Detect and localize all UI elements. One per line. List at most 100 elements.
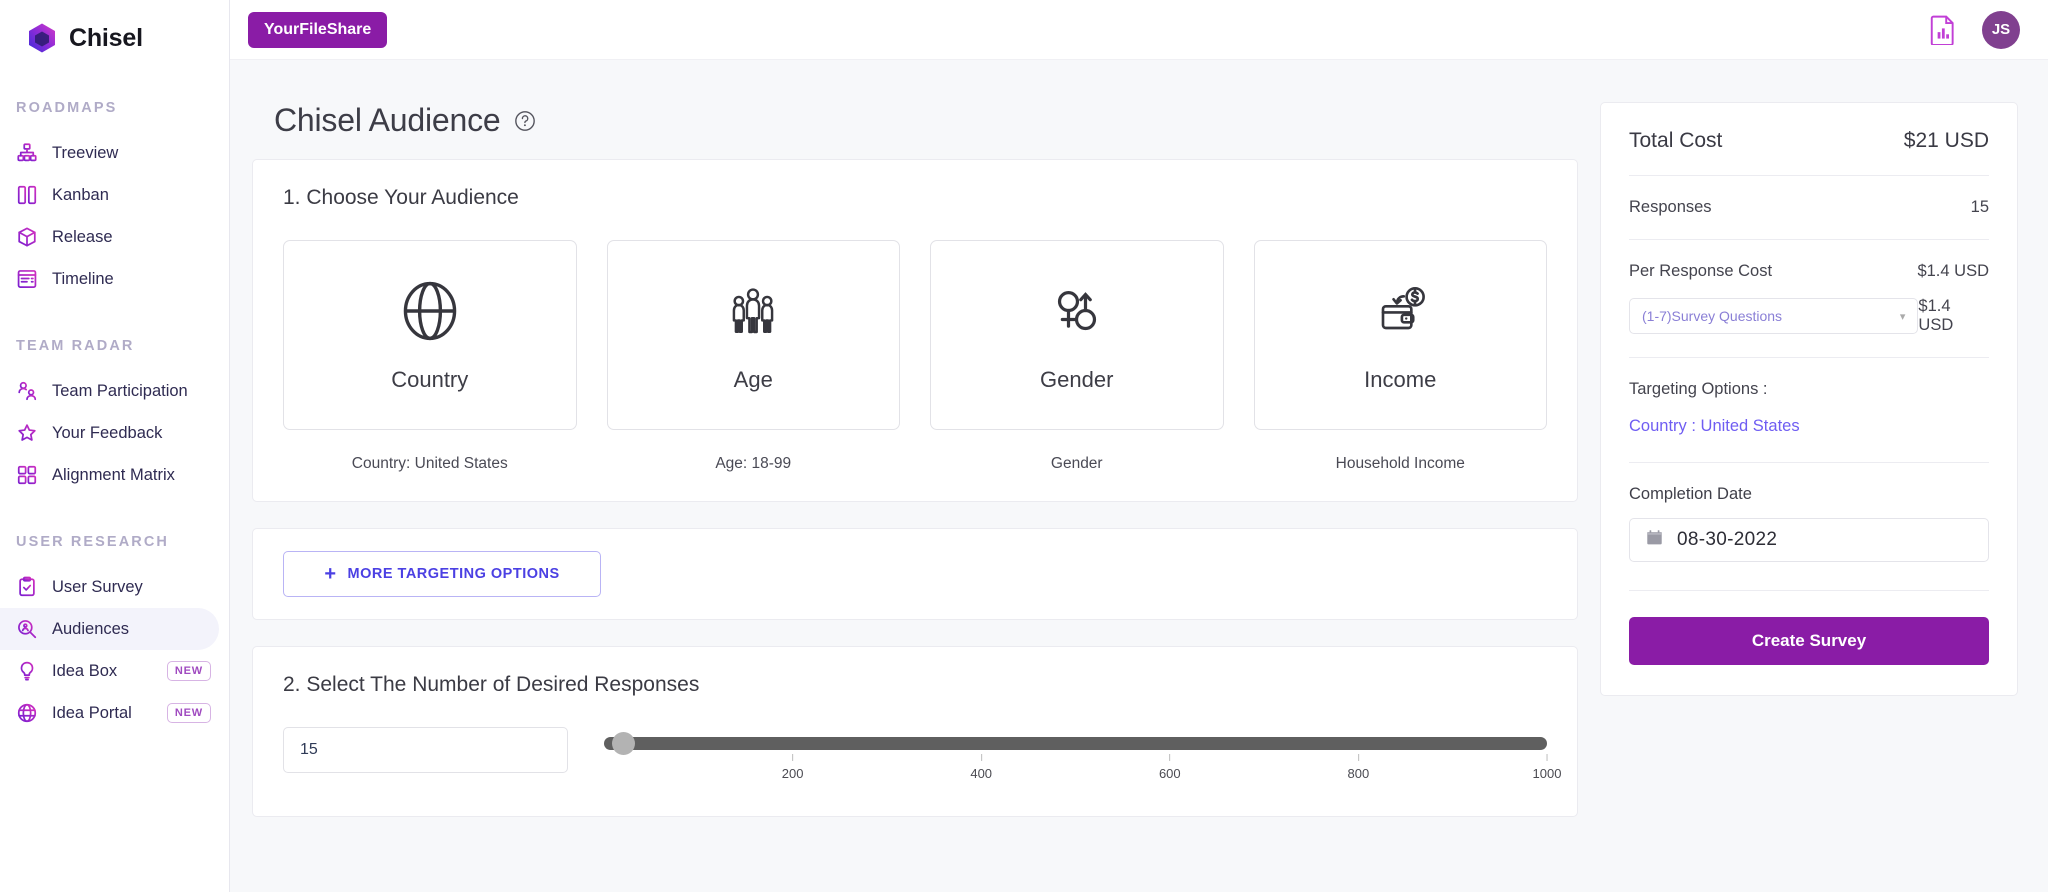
choose-audience-card: 1. Choose Your Audience Country Country:…	[252, 159, 1578, 502]
sidebar-item-label: Team Participation	[52, 381, 188, 400]
brand-name: Chisel	[69, 23, 143, 52]
sidebar-section-title: ROADMAPS	[16, 100, 118, 116]
audience-col-gender: Gender Gender	[930, 240, 1224, 473]
per-response-row: Per Response Cost $1.4 USD	[1629, 262, 1989, 281]
sidebar-item-label: Alignment Matrix	[52, 465, 175, 484]
chisel-hexagon-logo-icon	[26, 22, 58, 54]
completion-date-block: Completion Date 08-30-2022	[1629, 485, 1989, 562]
sidebar-item-label: Audiences	[52, 619, 130, 638]
survey-questions-select[interactable]: (1-7)Survey Questions ▾	[1629, 298, 1919, 334]
question-circle-icon[interactable]	[514, 110, 536, 132]
file-share-chip[interactable]: YourFileShare	[248, 11, 388, 48]
per-response-cost-value: $1.4 USD	[1917, 262, 1989, 280]
divider	[1629, 357, 1989, 358]
sidebar-item-badge: NEW	[166, 661, 211, 681]
app-root: Chisel ROADMAPS Treeview Kanban Release Time…	[0, 0, 2048, 892]
choose-audience-title: 1. Choose Your Audience	[283, 186, 519, 209]
lightbulb-icon	[16, 660, 38, 682]
sidebar-item-user-survey[interactable]: User Survey	[0, 566, 219, 608]
completion-date-label: Completion Date	[1629, 485, 1752, 503]
slider-tick-label: 600	[1158, 766, 1181, 781]
per-response-cost-label: Per Response Cost	[1629, 262, 1773, 280]
audience-tile-age[interactable]: Age	[606, 240, 900, 430]
slider-tick-line	[1169, 754, 1171, 761]
audience-tile-income[interactable]: Income	[1253, 240, 1547, 430]
audience-sub-gender: Gender	[1050, 455, 1103, 472]
alignment-matrix-icon	[16, 464, 38, 486]
audience-tile-label: Income	[1364, 367, 1437, 392]
targeting-options-title: Targeting Options :	[1629, 380, 1768, 398]
sidebar-item-label: Kanban	[52, 185, 109, 204]
sidebar-item-release[interactable]: Release	[0, 216, 219, 258]
sidebar-item-idea-box[interactable]: Idea Box NEW	[0, 650, 219, 692]
slider-tick-line	[1546, 754, 1548, 761]
audience-col-income: Income Household Income	[1253, 240, 1547, 473]
slider-tick: 200	[781, 754, 804, 781]
audience-sub-age: Age: 18-99	[715, 455, 792, 472]
chevron-down-icon: ▾	[1899, 310, 1906, 323]
responses-slider[interactable]: 200 400 600 800 1000	[604, 727, 1561, 788]
audience-col-age: Age Age: 18-99	[606, 240, 900, 473]
more-targeting-options-button[interactable]: + MORE TARGETING OPTIONS	[283, 551, 601, 597]
sidebar-item-treeview[interactable]: Treeview	[0, 132, 219, 174]
audience-search-icon	[16, 618, 38, 640]
sidebar-item-label: User Survey	[52, 577, 143, 596]
slider-tick: 800	[1347, 754, 1370, 781]
responses-count-input[interactable]	[283, 727, 568, 773]
people-group-icon	[719, 277, 787, 345]
slider-ticks: 200 400 600 800 1000	[604, 754, 1561, 788]
sidebar-item-your-feedback[interactable]: Your Feedback	[0, 412, 219, 454]
audience-tile-label: Gender	[1040, 367, 1114, 392]
sidebar-nav: ROADMAPS Treeview Kanban Release Timeline TEA…	[0, 100, 229, 734]
slider-tick-line	[792, 754, 794, 761]
right-column: Total Cost $21 USD Responses 15 Per Resp…	[1600, 102, 2018, 892]
divider	[1629, 462, 1989, 463]
star-icon	[16, 422, 38, 444]
slider-tick-label: 400	[970, 766, 993, 781]
more-targeting-card: + MORE TARGETING OPTIONS	[252, 528, 1578, 620]
targeting-option-country[interactable]: Country : United States	[1629, 417, 1989, 436]
divider	[1629, 590, 1989, 591]
left-column: Chisel Audience 1. Choose Your Audience	[252, 102, 1578, 892]
slider-thumb[interactable]	[612, 732, 636, 755]
sidebar-item-alignment-matrix[interactable]: Alignment Matrix	[0, 454, 219, 496]
content: Chisel Audience 1. Choose Your Audience	[230, 60, 2048, 892]
desired-responses-card: 2. Select The Number of Desired Response…	[252, 646, 1578, 817]
total-cost-row: Total Cost $21 USD	[1629, 129, 1989, 153]
sidebar-section-title: USER RESEARCH	[16, 534, 169, 550]
sidebar-section-title: TEAM RADAR	[16, 338, 135, 354]
gender-symbols-icon	[1043, 277, 1111, 345]
slider-tick: 1000	[1533, 754, 1561, 781]
desired-responses-title: 2. Select The Number of Desired Response…	[283, 673, 700, 696]
topbar: YourFileShare JS	[230, 0, 2048, 60]
audience-tile-label: Age	[733, 367, 773, 392]
timeline-icon	[16, 268, 38, 290]
cost-panel: Total Cost $21 USD Responses 15 Per Resp…	[1600, 102, 2018, 696]
sidebar-item-team-participation[interactable]: Team Participation	[0, 370, 219, 412]
audience-tile-country[interactable]: Country	[283, 240, 577, 430]
create-survey-button[interactable]: Create Survey	[1629, 617, 1989, 665]
avatar[interactable]: JS	[1982, 10, 2020, 49]
brand[interactable]: Chisel	[0, 0, 229, 54]
release-cube-icon	[16, 226, 38, 248]
responses-row: 200 400 600 800 1000	[283, 727, 1561, 788]
calendar-icon	[1646, 529, 1663, 551]
sidebar-item-kanban[interactable]: Kanban	[0, 174, 219, 216]
divider	[1629, 239, 1989, 240]
report-document-icon[interactable]	[1930, 15, 1956, 46]
survey-questions-price: $1.4 USD	[1918, 297, 1954, 334]
slider-tick-label: 800	[1347, 766, 1370, 781]
sidebar-item-label: Release	[52, 227, 113, 246]
page-title: Chisel Audience	[274, 102, 501, 138]
slider-tick-label: 200	[781, 766, 804, 781]
audience-sub-income: Household Income	[1335, 455, 1465, 472]
sidebar-item-idea-portal[interactable]: Idea Portal NEW	[0, 692, 219, 734]
audience-tile-gender[interactable]: Gender	[930, 240, 1224, 430]
audience-col-country: Country Country: United States	[283, 240, 577, 473]
sidebar-item-label: Treeview	[52, 143, 119, 162]
sidebar-item-timeline[interactable]: Timeline	[0, 258, 219, 300]
responses-row: Responses 15	[1629, 198, 1989, 217]
slider-track[interactable]	[604, 732, 1547, 755]
completion-date-field[interactable]: 08-30-2022	[1629, 518, 1989, 562]
sidebar-item-audiences[interactable]: Audiences	[0, 608, 219, 650]
